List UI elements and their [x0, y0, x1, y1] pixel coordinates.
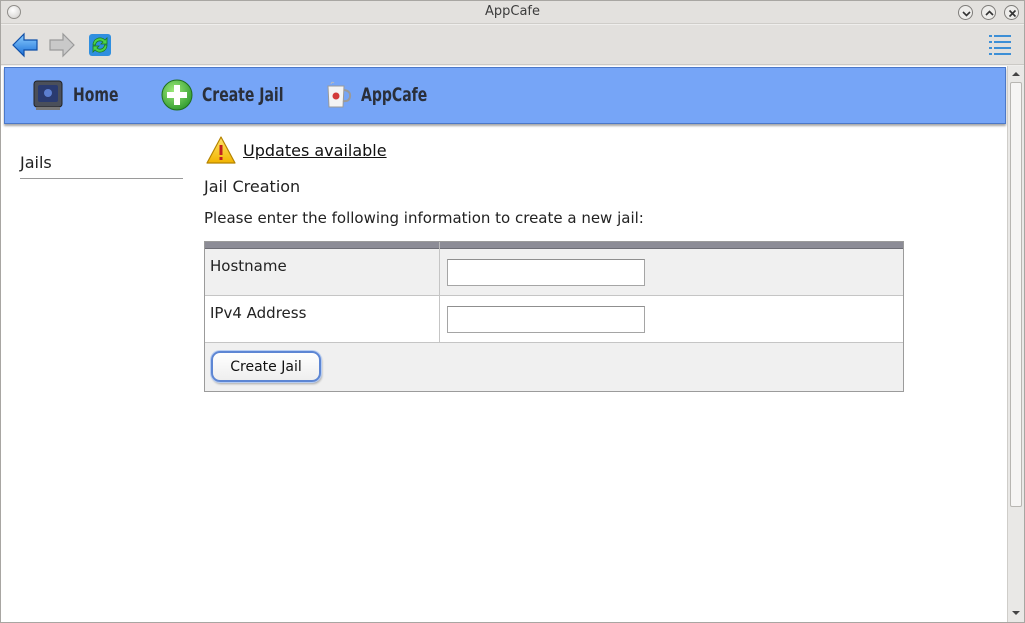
refresh-icon [89, 34, 111, 56]
menu-button[interactable] [987, 32, 1015, 60]
home-tv-icon [33, 80, 63, 110]
cafe-mug-icon [327, 81, 352, 108]
updates-notice: Updates available [205, 134, 387, 166]
ipv4-address-label: IPv4 Address [210, 304, 307, 322]
ipv4-address-input[interactable] [447, 306, 645, 333]
updates-available-link[interactable]: Updates available [243, 141, 387, 160]
section-title: Jail Creation [204, 177, 301, 196]
forward-arrow-icon [49, 32, 75, 58]
scroll-down-arrow-icon[interactable] [1011, 608, 1021, 618]
chevron-down-icon [962, 11, 971, 17]
vertical-scrollbar[interactable] [1007, 66, 1024, 622]
nav-appcafe-label: AppCafe [361, 84, 428, 106]
table-row: Create Jail [205, 343, 903, 391]
app-window: AppCafe Home Create Jail AppCafe Jails U… [0, 0, 1025, 623]
forward-button[interactable] [48, 31, 76, 59]
nav-appcafe[interactable]: AppCafe [323, 78, 442, 112]
scroll-up-arrow-icon[interactable] [1011, 69, 1021, 79]
web-content: Home Create Jail AppCafe Jails Updates a… [1, 66, 1007, 622]
warning-icon [206, 136, 236, 164]
refresh-button[interactable] [86, 31, 114, 59]
nav-create-jail-label: Create Jail [202, 84, 284, 106]
table-header [205, 242, 903, 249]
sidebar-divider [20, 178, 183, 179]
toolbar [1, 25, 1024, 65]
hostname-input[interactable] [447, 259, 645, 286]
title-bar: AppCafe [1, 1, 1024, 24]
chevron-up-icon [985, 10, 994, 16]
create-jail-button[interactable]: Create Jail [211, 351, 321, 382]
sidebar-title-jails[interactable]: Jails [20, 153, 52, 172]
jail-form-table: Hostname IPv4 Address Create Jail [204, 241, 904, 392]
table-row: IPv4 Address [205, 296, 903, 343]
maximize-button[interactable] [981, 5, 996, 20]
window-title: AppCafe [484, 4, 540, 19]
nav-home[interactable]: Home [31, 78, 128, 112]
back-arrow-icon [12, 32, 38, 58]
add-plus-icon [161, 79, 193, 111]
nav-create-jail[interactable]: Create Jail [160, 78, 301, 112]
hostname-label: Hostname [210, 257, 287, 275]
hamburger-menu-icon [989, 35, 1011, 55]
nav-home-label: Home [73, 84, 119, 106]
minimize-button[interactable] [958, 5, 973, 20]
scrollbar-thumb[interactable] [1010, 82, 1022, 507]
close-icon [1008, 9, 1017, 18]
back-button[interactable] [11, 31, 39, 59]
table-row: Hostname [205, 249, 903, 296]
instructions-text: Please enter the following information t… [204, 209, 644, 227]
close-button[interactable] [1004, 5, 1019, 20]
top-nav-bar: Home Create Jail AppCafe [4, 67, 1006, 124]
